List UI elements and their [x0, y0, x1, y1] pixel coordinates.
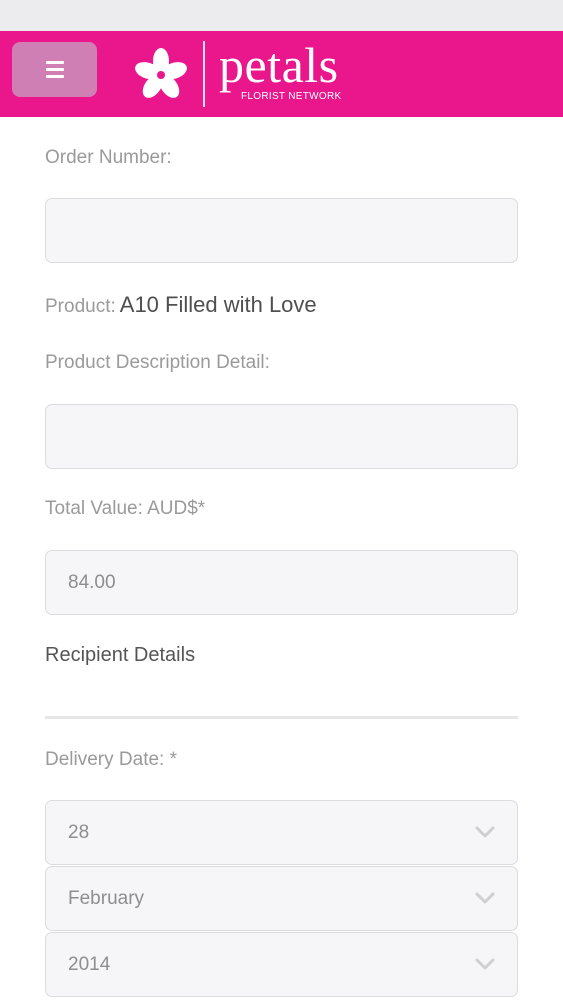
product-description-label: Product Description Detail: — [45, 352, 270, 373]
product-value: A10 Filled with Love — [119, 292, 317, 317]
product-label: Product: — [45, 296, 116, 317]
delivery-year-select[interactable]: 2014 — [45, 932, 518, 997]
logo-divider — [203, 41, 205, 107]
hamburger-menu-icon — [45, 61, 64, 78]
delivery-month-value: February — [68, 887, 145, 909]
order-number-label: Order Number: — [45, 147, 172, 168]
flower-logo-icon — [135, 48, 187, 98]
chevron-down-icon — [475, 826, 495, 838]
petals-logo[interactable]: petals FLORIST NETWORK — [133, 37, 363, 109]
delivery-date-label: Delivery Date: * — [45, 749, 177, 770]
delivery-day-select[interactable]: 28 — [45, 800, 518, 865]
brand-tagline: FLORIST NETWORK — [241, 91, 342, 102]
delivery-day-value: 28 — [68, 821, 90, 843]
status-bar — [0, 0, 563, 31]
product-description-input[interactable] — [45, 404, 518, 469]
chevron-down-icon — [475, 892, 495, 904]
brand-name: petals — [219, 37, 339, 93]
total-value-input[interactable]: 84.00 — [45, 550, 518, 615]
recipient-details-heading: Recipient Details — [45, 644, 196, 666]
delivery-month-select[interactable]: February — [45, 866, 518, 931]
app-header: petals FLORIST NETWORK — [0, 31, 563, 117]
order-number-input[interactable] — [45, 198, 518, 263]
chevron-down-icon — [475, 958, 495, 970]
menu-button[interactable] — [12, 42, 97, 97]
total-value-label: Total Value: AUD$* — [45, 498, 206, 519]
delivery-year-value: 2014 — [68, 953, 111, 975]
section-divider — [45, 716, 518, 719]
product-row: Product: A10 Filled with Love — [45, 292, 317, 318]
